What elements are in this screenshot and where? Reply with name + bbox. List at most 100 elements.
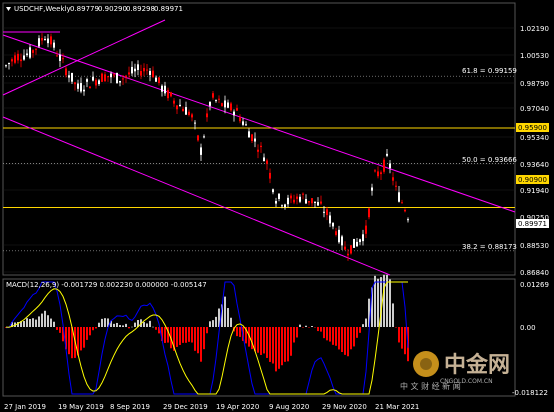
macd-histogram-bar	[119, 325, 121, 327]
candle-body	[194, 122, 196, 124]
channel-lower-line	[2, 116, 391, 276]
macd-histogram-bar	[353, 327, 355, 347]
candle-body	[359, 239, 361, 243]
macd-histogram-bar	[125, 323, 127, 327]
candle-body	[176, 105, 178, 110]
candle-body	[191, 114, 193, 118]
candle-body	[407, 219, 409, 221]
macd-histogram-bar	[155, 327, 157, 330]
candle-body	[68, 75, 70, 78]
candle-body	[104, 74, 106, 82]
watermark: 中金网 中 文 财 经 新 闻 CNGOLD.COM.CN	[400, 351, 510, 391]
macd-histogram-bar	[344, 327, 346, 355]
time-label: 19 Apr 2020	[216, 403, 259, 411]
candle-body	[392, 177, 394, 181]
price-tick: 0.88530	[520, 242, 549, 250]
symbol-header[interactable]: USDCHF,Weekly 0.89779 0.90290 0.89298 0.…	[6, 5, 183, 13]
candle-body	[296, 196, 298, 199]
candle-body	[137, 64, 139, 70]
candle-body	[377, 171, 379, 177]
close-value: 0.89971	[154, 5, 183, 13]
macd-histogram-bar	[299, 324, 301, 327]
candle-body	[284, 204, 286, 208]
candle-body	[125, 75, 127, 78]
candle-body	[83, 89, 85, 92]
candle-body	[335, 231, 337, 235]
channel-lines	[2, 19, 516, 276]
candle-body	[11, 59, 13, 62]
macd-histogram-bar	[101, 318, 103, 327]
candle-body	[134, 68, 136, 72]
candle-body	[212, 93, 214, 98]
candle-body	[365, 225, 367, 234]
macd-histogram-bar	[53, 321, 55, 327]
candle-body	[314, 201, 316, 203]
macd-histogram-bar	[383, 274, 385, 327]
macd-histogram-bar	[98, 322, 100, 327]
candle-body	[77, 83, 79, 89]
macd-histogram-bar	[275, 327, 277, 372]
candle-body	[251, 134, 253, 142]
price-axis[interactable]: 1.02190 1.00530 0.98790 0.97040 0.95340 …	[516, 25, 549, 277]
candle-body	[371, 187, 373, 191]
macd-histogram-bar	[23, 321, 25, 327]
candle-body	[98, 80, 100, 85]
macd-histogram-bar	[290, 327, 292, 356]
macd-histogram-bar	[404, 327, 406, 355]
candle-body	[395, 185, 397, 187]
dropdown-triangle-icon[interactable]	[6, 7, 11, 11]
macd-histogram-bar	[356, 327, 358, 338]
candle-body	[170, 92, 172, 97]
macd-histogram-bar	[50, 318, 52, 327]
macd-histogram-bar	[224, 296, 226, 327]
macd-histogram-bar	[335, 327, 337, 346]
macd-histogram-bar	[314, 327, 316, 328]
macd-histogram-bar	[389, 279, 391, 327]
fib-label-500: 50.0 = 0.93666	[462, 156, 517, 164]
candle-body	[239, 117, 241, 122]
macd-histogram-bar	[392, 303, 394, 327]
candle-body	[74, 82, 76, 85]
macd-histogram-bar	[203, 327, 205, 350]
candle-body	[302, 193, 304, 195]
watermark-domain: CNGOLD.COM.CN	[440, 378, 493, 385]
candle-body	[152, 70, 154, 78]
macd-histogram-bar	[365, 318, 367, 327]
candle-body	[242, 121, 244, 125]
macd-histogram-bar	[296, 327, 298, 338]
chart-canvas[interactable]: USDCHF,Weekly 0.89779 0.90290 0.89298 0.…	[0, 0, 554, 412]
time-axis[interactable]: 27 Jan 2019 19 May 2019 8 Sep 2019 29 De…	[4, 403, 419, 411]
macd-histogram-bar	[206, 327, 208, 334]
candle-body	[200, 147, 202, 155]
candle-body	[272, 189, 274, 193]
candle-body	[179, 104, 181, 107]
macd-histogram-bar	[86, 327, 88, 340]
macd-histogram-bar	[188, 327, 190, 342]
macd-histogram-bar	[116, 322, 118, 327]
macd-histogram-bar	[68, 327, 70, 355]
candle-body	[38, 38, 40, 47]
macd-histogram-bar	[227, 308, 229, 327]
macd-histogram-bar	[326, 327, 328, 341]
macd-tick: 0.00	[520, 324, 536, 332]
macd-histogram-bar	[149, 320, 151, 327]
macd-histogram-bar	[281, 327, 283, 366]
candle-body	[71, 72, 73, 82]
macd-histogram-bar	[35, 319, 37, 327]
candle-body	[164, 85, 166, 94]
macd-histogram-bar	[41, 313, 43, 327]
macd-histogram-bar	[320, 327, 322, 332]
channel-upper-line	[2, 34, 516, 213]
macd-histogram-bar	[26, 318, 28, 327]
candle-body	[218, 98, 220, 100]
candle-body	[299, 196, 301, 202]
candle-body	[20, 59, 22, 62]
candle-body	[275, 201, 277, 204]
macd-histogram-bar	[164, 327, 166, 343]
candle-body	[368, 208, 370, 218]
macd-histogram-bar	[122, 325, 124, 327]
open-value: 0.89779	[70, 5, 99, 13]
candle-body	[29, 47, 31, 58]
candle-body	[221, 103, 223, 107]
candle-body	[311, 198, 313, 204]
